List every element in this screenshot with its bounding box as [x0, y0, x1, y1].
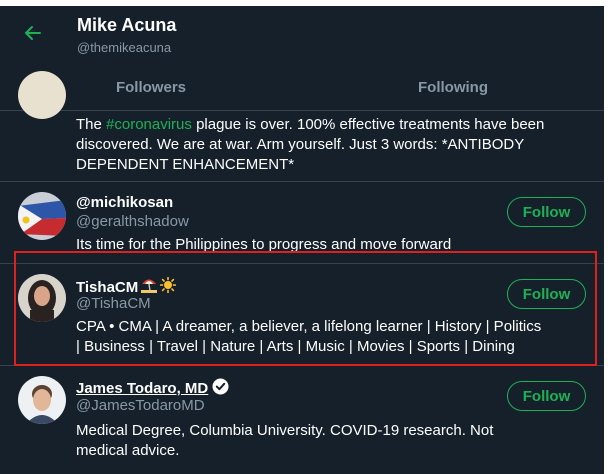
- profile-photo-image: [18, 376, 66, 424]
- avatar: [18, 192, 66, 240]
- profile-handle: @themikeacuna: [77, 40, 172, 55]
- follow-button[interactable]: Follow: [507, 197, 586, 227]
- user-handle: @TishaCM: [76, 295, 151, 312]
- back-button[interactable]: [18, 18, 48, 48]
- philippine-flag-avatar-image: [18, 192, 66, 240]
- following-list-window: Mike Acuna @themikeacuna Followers Follo…: [0, 0, 604, 474]
- avatar: [18, 71, 66, 119]
- profile-photo-image: [18, 274, 66, 322]
- list-item[interactable]: TishaCM @TishaCM Follow CPA • CMA | A dr…: [0, 264, 604, 366]
- user-handle: @JamesTodaroMD: [76, 397, 205, 414]
- profile-header: Mike Acuna @themikeacuna: [0, 6, 604, 56]
- user-name[interactable]: TishaCM: [76, 276, 177, 297]
- bio-text: The: [76, 116, 107, 133]
- list-item[interactable]: The #coronavirus plague is over. 100% ef…: [0, 71, 604, 182]
- back-arrow-icon: [25, 26, 41, 40]
- avatar: [18, 274, 66, 322]
- user-name-text: TishaCM: [76, 279, 139, 296]
- user-bio: Its time for the Philippines to progress…: [76, 236, 452, 253]
- follow-button[interactable]: Follow: [507, 279, 586, 309]
- user-handle: @geralthshadow: [76, 213, 189, 230]
- user-name[interactable]: James Todaro, MD: [76, 378, 229, 399]
- user-bio: Medical Degree, Columbia University. COV…: [76, 422, 494, 459]
- tab-following[interactable]: Following: [302, 64, 604, 110]
- hashtag-link[interactable]: #coronavirus: [106, 116, 192, 133]
- user-bio: CPA • CMA | A dreamer, a believer, a lif…: [76, 318, 542, 355]
- avatar: [18, 376, 66, 424]
- sun-emoji-icon: [159, 276, 177, 297]
- user-name-text: James Todaro, MD: [76, 380, 209, 397]
- follow-button[interactable]: Follow: [507, 381, 586, 411]
- user-name[interactable]: @michikosan: [76, 194, 173, 211]
- list-item[interactable]: James Todaro, MD @JamesTodaroMD Follow M…: [0, 366, 604, 474]
- umbrella-on-beach-emoji-icon: [140, 276, 158, 297]
- page-title: Mike Acuna: [77, 15, 177, 35]
- user-bio: The #coronavirus plague is over. 100% ef…: [76, 115, 546, 175]
- list-item[interactable]: @michikosan @geralthshadow Follow Its ti…: [0, 182, 604, 264]
- tab-bar: Followers Following: [0, 64, 604, 111]
- verified-badge-icon: [212, 378, 229, 399]
